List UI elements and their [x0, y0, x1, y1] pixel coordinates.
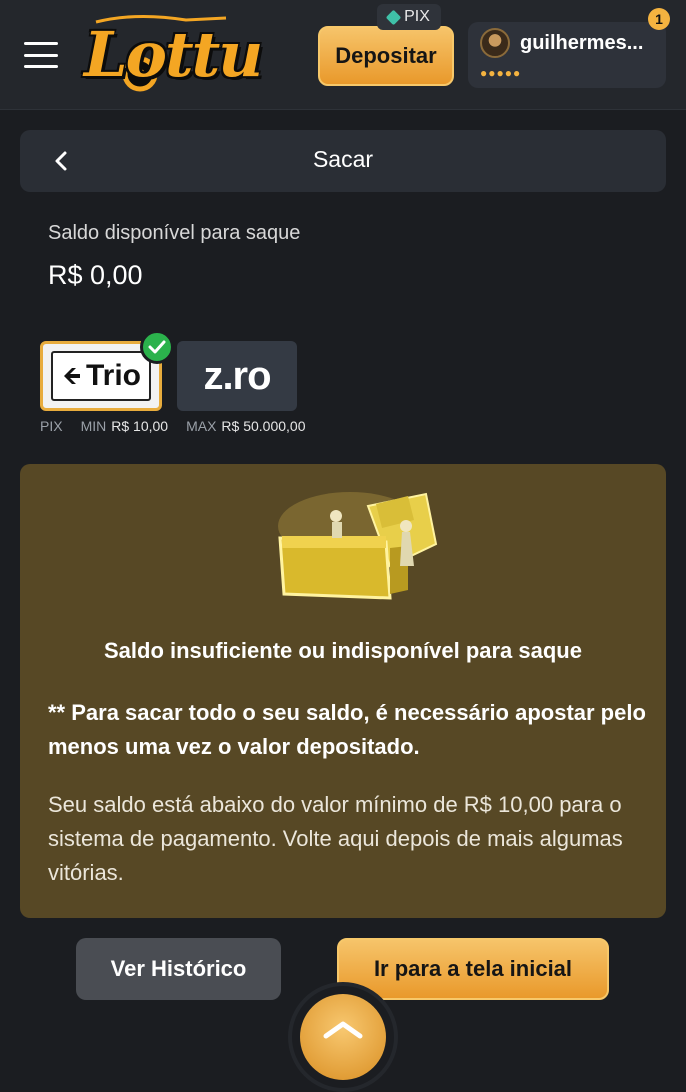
- username: guilhermes...: [520, 32, 644, 54]
- pix-icon: [385, 9, 402, 25]
- user-profile-button[interactable]: guilhermes... ●●●●●: [468, 22, 666, 88]
- limit-type: PIX: [40, 418, 63, 434]
- check-icon: [140, 330, 174, 364]
- min-label: MIN: [80, 418, 107, 434]
- menu-icon[interactable]: [24, 42, 58, 68]
- warning-title: Saldo insuficiente ou indisponível para …: [104, 638, 582, 663]
- page-title: Sacar: [312, 146, 374, 172]
- warning-bold-note: ** Para sacar todo o seu saldo, é necess…: [48, 700, 646, 759]
- lottu-logo[interactable]: Lottu: [76, 8, 263, 104]
- max-value: R$ 50.000,00: [221, 418, 306, 434]
- pix-label: PIX: [404, 8, 430, 25]
- payment-method-zro[interactable]: z.ro: [177, 341, 297, 411]
- max-label: MAX: [186, 418, 217, 434]
- pix-tag: PIX: [377, 4, 441, 30]
- go-home-button[interactable]: Ir para a tela inicial: [337, 938, 609, 1000]
- balance-value: R$ 0,00: [48, 260, 143, 290]
- floating-action-button[interactable]: [288, 982, 398, 1092]
- trio-label: Trio: [85, 359, 141, 392]
- trio-icon: [63, 368, 80, 384]
- page-header: Sacar: [20, 130, 666, 192]
- logo-text: Lottu: [84, 18, 263, 91]
- warning-text: Seu saldo está abaixo do valor mínimo de…: [48, 792, 623, 885]
- payment-limits: PIX MIN R$ 10,00 MAX R$ 50.000,00: [40, 418, 306, 434]
- insufficient-balance-card: Saldo insuficiente ou indisponível para …: [20, 464, 666, 918]
- avatar: [480, 28, 510, 58]
- wallet-illustration: [278, 492, 438, 600]
- fab-icon: [300, 994, 386, 1080]
- user-level-dots: ●●●●●: [480, 66, 522, 80]
- view-history-button[interactable]: Ver Histórico: [76, 938, 281, 1000]
- notification-badge[interactable]: 1: [648, 8, 670, 30]
- balance-label: Saldo disponível para saque: [48, 222, 301, 244]
- top-bar: Lottu PIX Depositar guilhermes... ●●●●● …: [0, 0, 686, 110]
- deposit-button[interactable]: Depositar: [318, 26, 454, 86]
- trio-logo: Trio: [51, 351, 151, 401]
- min-value: R$ 10,00: [111, 418, 169, 434]
